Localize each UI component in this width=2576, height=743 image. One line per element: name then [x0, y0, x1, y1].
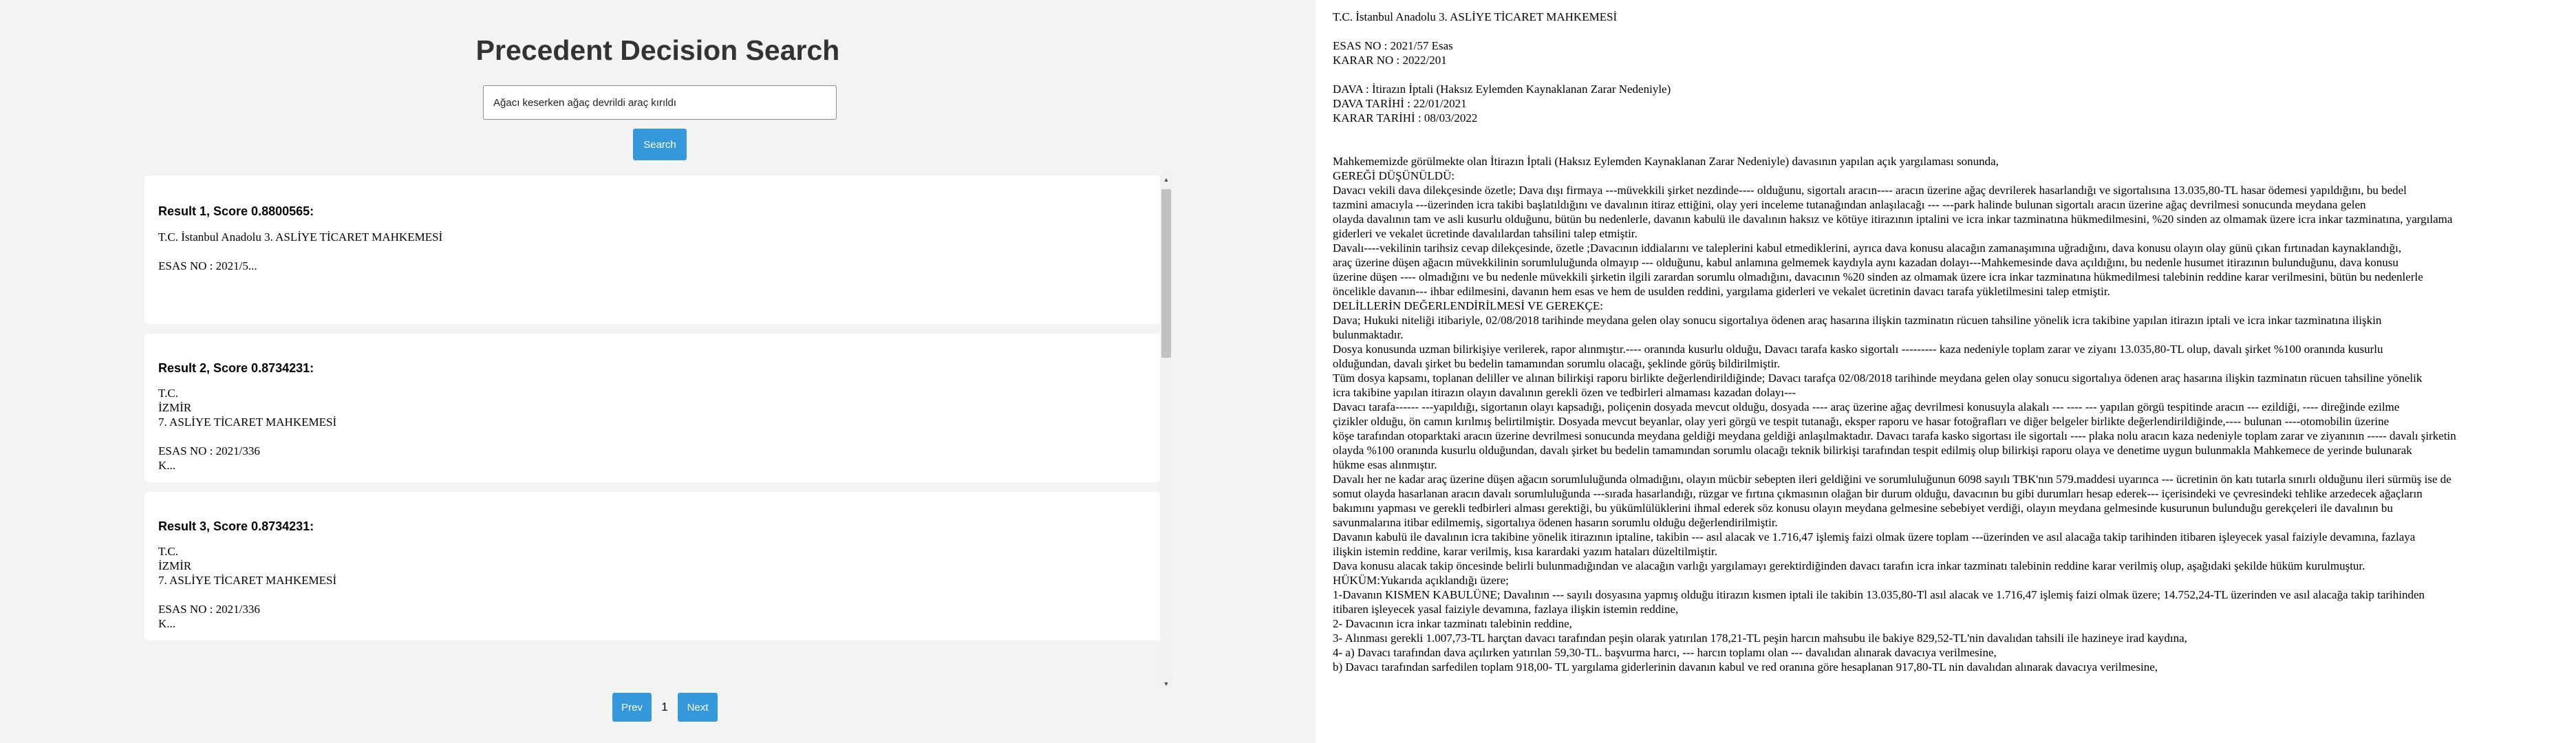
- result-snippet-line: İZMİR: [158, 559, 192, 572]
- result-card[interactable]: Result 3, Score 0.8734231: T.C. İZMİR 7.…: [144, 492, 1161, 640]
- document-line: Davacı tarafa------ ---yapıldığı, sigort…: [1333, 400, 2400, 413]
- document-line: ESAS NO : 2021/57 Esas: [1333, 39, 1453, 52]
- document-line: DAVA : İtirazın İptali (Haksız Eylemden …: [1333, 83, 1671, 96]
- result-heading: Result 1, Score 0.8800565:: [158, 204, 314, 218]
- document-line: 4- a) Davacı tarafından dava açılırken y…: [1333, 646, 1997, 659]
- page-title: Precedent Decision Search: [475, 34, 840, 66]
- document-line: GEREĞİ DÜŞÜNÜLDÜ:: [1333, 169, 1455, 182]
- result-snippet-line: ESAS NO : 2021/336: [158, 603, 260, 616]
- document-line: Davalı her ne kadar araç üzerine düşen a…: [1333, 473, 2451, 486]
- document-line: ilişkin istemin reddine, karar verilmiş,…: [1333, 545, 1717, 558]
- results-list[interactable]: Result 1, Score 0.8800565: T.C. İstanbul…: [144, 175, 1172, 688]
- scroll-up-arrow-icon[interactable]: ▲: [1160, 175, 1172, 184]
- document-blank-line: [1333, 67, 2576, 82]
- document-line: 3- Alınması gerekli 1.007,73-TL harçtan …: [1333, 632, 2187, 645]
- document-line: DELİLLERİN DEĞERLENDİRİLMESİ VE GEREKÇE:: [1333, 299, 1603, 312]
- document-line: HÜKÜM:Yukarıda açıklandığı üzere;: [1333, 574, 1509, 587]
- result-card[interactable]: Result 2, Score 0.8734231: T.C. İZMİR 7.…: [144, 334, 1161, 482]
- document-line: Davanın kabulü ile davalının icra takibi…: [1333, 530, 2416, 543]
- next-button[interactable]: Next: [678, 693, 718, 722]
- document-line: hükme esas alınmıştır.: [1333, 458, 1437, 471]
- result-heading: Result 3, Score 0.8734231:: [158, 519, 314, 533]
- document-line: 2- Davacının icra inkar tazminatı talebi…: [1333, 617, 1572, 630]
- document-line: Davacı vekili dava dilekçesinde özetle; …: [1333, 184, 2407, 197]
- result-snippet-line: 7. ASLİYE TİCARET MAHKEMESİ: [158, 416, 337, 429]
- document-line: Dava; Hukuki niteliği itibariyle, 02/08/…: [1333, 314, 2382, 327]
- result-snippet-line: K...: [158, 617, 176, 630]
- document-line: Dosya konusunda uzman bilirkişiye verile…: [1333, 343, 2383, 356]
- document-line: olduğundan, davalı şirket bu bedelin tam…: [1333, 357, 1781, 370]
- document-line: Tüm dosya kapsamı, toplanan deliller ve …: [1333, 372, 2423, 385]
- prev-button[interactable]: Prev: [612, 693, 652, 722]
- result-snippet-line: ESAS NO : 2021/5...: [158, 259, 257, 272]
- search-button[interactable]: Search: [633, 129, 687, 160]
- document-line: giderleri ve vekalet ücretinde davalılar…: [1333, 227, 1638, 240]
- document-line: bulunmaktadır.: [1333, 328, 1404, 341]
- document-line: KARAR TARİHİ : 08/03/2022: [1333, 111, 1478, 125]
- document-line: DAVA TARİHİ : 22/01/2021: [1333, 97, 1467, 110]
- scroll-down-arrow-icon[interactable]: ▼: [1160, 680, 1172, 688]
- document-blank-line: [1333, 125, 2576, 140]
- document-line: 1-Davanın KISMEN KABULÜNE; Davalının ---…: [1333, 588, 2425, 601]
- document-line: itibaren işleyecek yasal faiziyle devamı…: [1333, 603, 1679, 616]
- results-scrollbar[interactable]: ▲ ▼: [1160, 175, 1172, 688]
- document-line: olayda davalının tam ve asli kusurlu old…: [1333, 213, 2453, 226]
- document-line: KARAR NO : 2022/201: [1333, 54, 1447, 67]
- document-line: öncelikle davanın--- ihbar edilmesini, d…: [1333, 285, 2110, 298]
- result-snippet-line: T.C. İstanbul Anadolu 3. ASLİYE TİCARET …: [158, 230, 443, 244]
- document-line: b) Davacı tarafından sarfedilen toplam 9…: [1333, 660, 2158, 674]
- result-card[interactable]: Result 1, Score 0.8800565: T.C. İstanbul…: [144, 175, 1161, 324]
- result-snippet-line: ESAS NO : 2021/336: [158, 444, 260, 457]
- page-number: 1: [661, 700, 668, 713]
- result-snippet-line: 7. ASLİYE TİCARET MAHKEMESİ: [158, 574, 337, 587]
- scrollbar-thumb[interactable]: [1161, 189, 1171, 358]
- document-text: T.C. İstanbul Anadolu 3. ASLİYE TİCARET …: [1333, 10, 2576, 674]
- document-line: savunmalarına itibar edilmemiş, sigortal…: [1333, 516, 1778, 529]
- document-line: Dava konusu alacak takip öncesinde belir…: [1333, 559, 2365, 572]
- document-blank-line: [1333, 24, 2576, 39]
- document-line: olayda %100 oranında kusurlu olduğundan,…: [1333, 444, 2412, 457]
- document-line: çizikler olduğu, ön camın kırılmış belir…: [1333, 415, 2390, 428]
- result-snippet-line: [158, 588, 1147, 602]
- search-input[interactable]: [483, 85, 837, 120]
- document-blank-line: [1333, 140, 2576, 154]
- document-line: araç üzerine düşen ağacın müvekkilinin s…: [1333, 256, 2398, 269]
- panel-divider: [1316, 0, 1324, 743]
- document-line: tazmini amacıyla ---üzerinden icra takib…: [1333, 198, 2366, 211]
- result-heading: Result 2, Score 0.8734231:: [158, 361, 314, 375]
- document-line: bakımını yapması ve gerekli tedbirleri a…: [1333, 502, 2393, 515]
- search-panel: Precedent Decision Search Search Result …: [0, 0, 1316, 743]
- result-snippet-line: İZMİR: [158, 401, 192, 414]
- document-line: üzerine düşen ---- olmadığını ve bu nede…: [1333, 270, 2423, 283]
- document-line: icra takibine yapılan itirazın olayın da…: [1333, 386, 1796, 399]
- result-snippet-line: [158, 429, 1147, 444]
- document-line: T.C. İstanbul Anadolu 3. ASLİYE TİCARET …: [1333, 10, 1618, 23]
- document-line: somut olayda hasarlanan aracın davalı so…: [1333, 487, 2423, 500]
- result-snippet-line: [158, 244, 1147, 259]
- result-snippet-line: K...: [158, 459, 176, 472]
- document-panel[interactable]: T.C. İstanbul Anadolu 3. ASLİYE TİCARET …: [1324, 0, 2576, 743]
- document-line: Davalı----vekilinin tarihsiz cevap dilek…: [1333, 241, 2402, 255]
- result-snippet-line: T.C.: [158, 545, 178, 558]
- document-line: köşe tarafından otoparktaki aracın üzeri…: [1333, 429, 2456, 442]
- result-snippet-line: T.C.: [158, 387, 178, 400]
- document-line: Mahkememizde görülmekte olan İtirazın İp…: [1333, 155, 1999, 168]
